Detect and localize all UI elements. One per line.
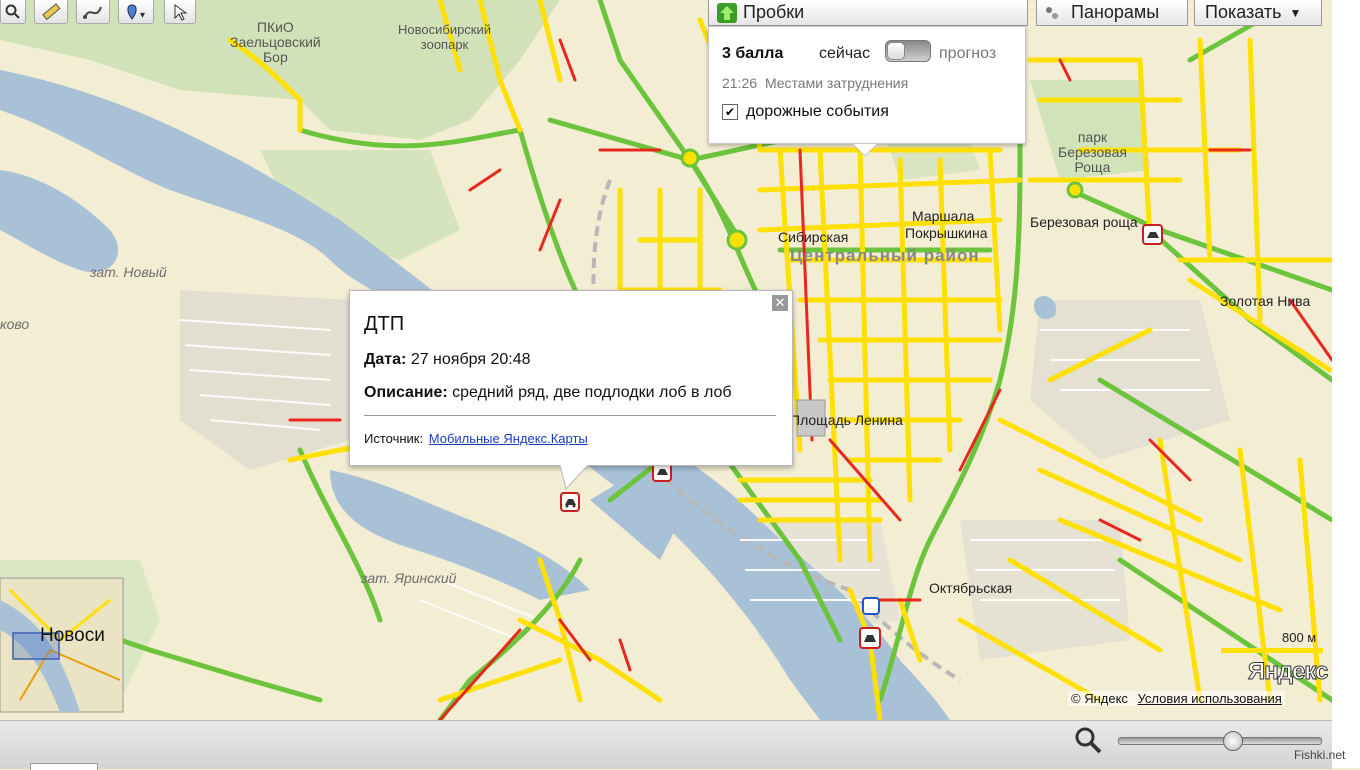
metro-icon [862,597,880,615]
traffic-status: 21:26 Местами затруднения [722,75,908,91]
incident-marker-icon[interactable] [859,627,881,649]
terms-link[interactable]: Условия использования [1138,691,1282,706]
show-dropdown[interactable]: Показать ▼ [1194,0,1322,26]
watermark: Fishki.net [1294,748,1346,762]
map-label-yarinsky: зат. Яринский [361,570,457,586]
incident-marker-icon[interactable] [560,492,580,512]
incident-title: ДТП [364,313,405,335]
bottom-bar [0,720,1332,770]
source-link[interactable]: Мобильные Яндекс.Карты [429,431,588,446]
incident-marker-icon[interactable] [1142,224,1163,245]
divider [364,415,776,416]
traffic-panel: 3 балла сейчас прогноз 21:26 Местами зат… [708,26,1026,156]
map-label-forest-park: ПКиО Заельцовский Бор [230,19,321,65]
panoramas-button[interactable]: Панорамы [1036,0,1188,26]
now-forecast-toggle[interactable] [885,40,931,62]
forecast-label: прогноз [939,45,997,62]
map-label-kovo: ково [0,316,30,332]
map-label-pokryshkina: Покрышкина [905,225,988,241]
svg-text:▾: ▾ [140,10,145,21]
traffic-light-icon [717,2,737,23]
right-border [1332,0,1360,768]
popup-pointer [560,465,589,491]
yandex-logo: Яндекс [1247,658,1328,686]
incident-description: Описание: средний ряд, две подлодки лоб … [364,384,732,402]
ruler-button[interactable] [34,0,68,24]
incident-source: Источник: Мобильные Яндекс.Карты [364,431,588,446]
map-label-birch-grove: Березовая роща [1030,214,1138,230]
scale-bar [1221,648,1323,653]
zoom-tool-button[interactable] [0,0,26,24]
description-label: Описание: [364,384,448,401]
traffic-button[interactable]: Пробки [708,0,1028,26]
traffic-score: 3 балла [722,45,784,62]
map-pin-add-icon: ▾ [127,3,145,21]
zoom-slider-thumb[interactable] [1223,731,1244,751]
incident-date: Дата: 27 ноября 20:48 [364,351,530,369]
close-icon[interactable]: ✕ [772,295,788,311]
map-label-novy: зат. Новый [90,264,167,280]
traffic-status-text: Местами затруднения [764,75,909,91]
magnifier-icon [5,4,20,19]
select-pointer-button[interactable] [164,0,196,24]
show-dropdown-label: Показать [1205,2,1282,22]
date-label: Дата: [364,351,407,368]
map-label-square-lenin: Площадь Ленина [790,412,903,428]
map-label-zoo: Новосибирский зоопарк [398,22,492,52]
events-checkbox-row[interactable]: ✔ дорожные события [722,103,889,121]
map-label-siberian: Сибирская [778,229,849,245]
panel-pointer [853,144,877,156]
panoramas-button-label: Панорамы [1071,2,1160,22]
map-label-oktyabrskaya: Октябрьская [929,580,1013,596]
incident-popup: ✕ ДТП Дата: 27 ноября 20:48 Описание: ср… [349,290,793,491]
chevron-down-icon: ▼ [1289,5,1302,20]
minimap-label: Новоси [40,625,105,646]
cursor-icon [174,3,188,21]
add-object-button[interactable]: ▾ [118,0,154,24]
copyright-label: © Яндекс [1071,691,1128,706]
zoom-slider[interactable] [1118,731,1322,751]
now-label: сейчас [819,45,871,62]
date-value: 27 ноября 20:48 [410,351,531,368]
traffic-button-label: Пробки [743,2,805,22]
events-checkbox[interactable]: ✔ [722,104,738,120]
map-label-park-birch: парк Березовая Роща [1058,129,1127,175]
traffic-status-time: 21:26 [722,75,758,91]
source-label: Источник: [364,431,424,446]
panorama-icon [1046,6,1058,19]
bottom-tab[interactable] [30,763,98,770]
scale-label: 800 м [1282,630,1317,645]
route-button[interactable] [76,0,110,24]
route-icon [83,6,102,19]
map-label-central-district: Центральный район [790,246,980,265]
map-label-zolotaya-niva: Золотая Нива [1220,293,1311,309]
ruler-icon [42,2,61,20]
map-label-marshala: Маршала [912,208,975,224]
copyright-text: © Яндекс Условия использования [1068,691,1285,706]
zoom-magnifier-icon [1075,727,1102,754]
description-value: средний ряд, две подлодки лоб в лоб [452,384,732,401]
events-checkbox-label: дорожные события [746,103,889,120]
